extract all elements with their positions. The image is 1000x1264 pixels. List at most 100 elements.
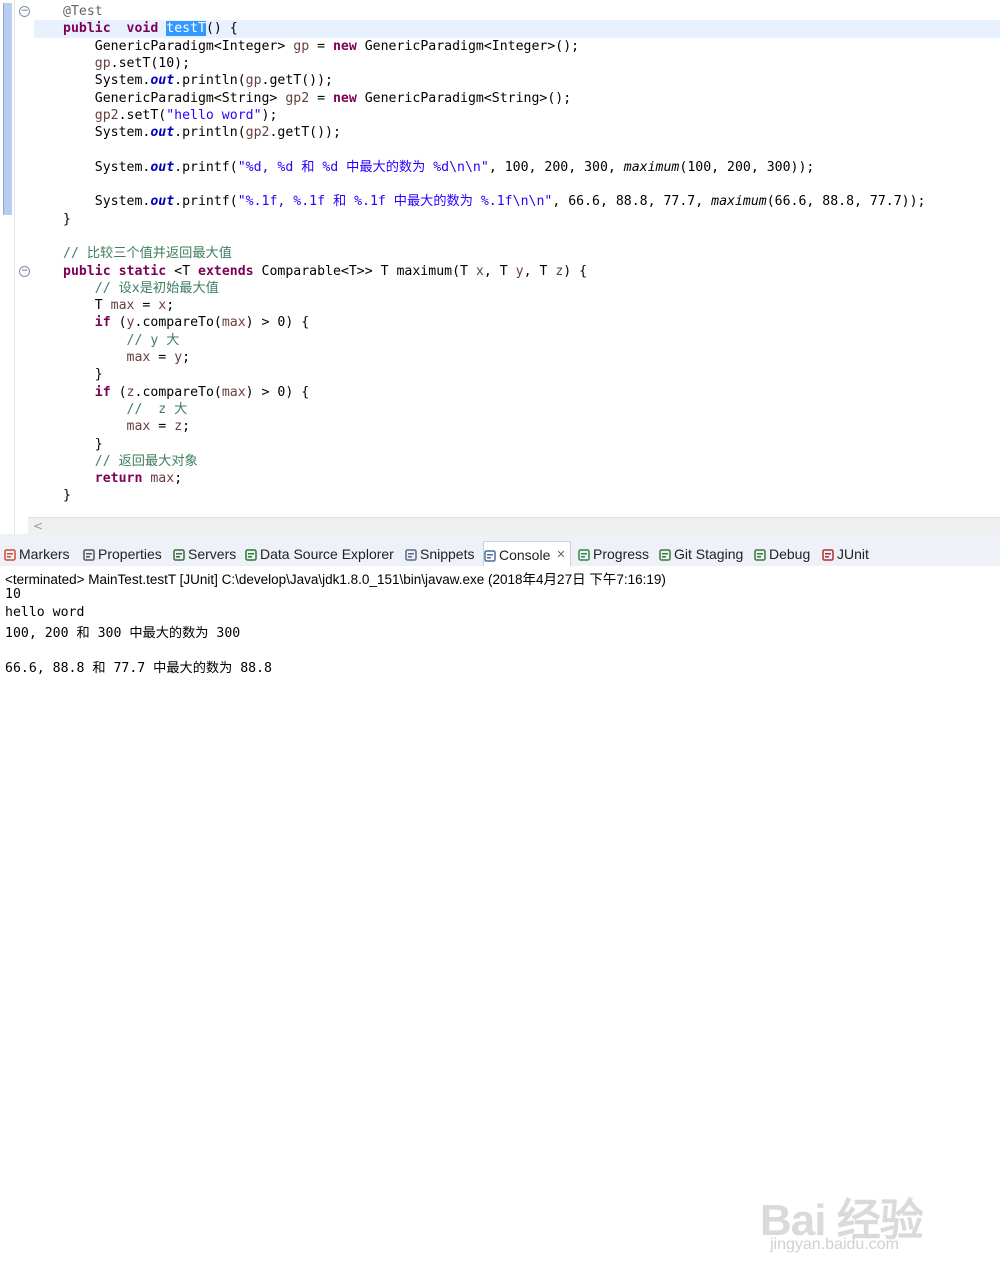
code-token: y	[174, 350, 183, 365]
code-token: =	[150, 350, 175, 365]
code-line[interactable]: }	[34, 487, 1000, 504]
code-token: System.	[63, 125, 151, 141]
code-line[interactable]: if (z.compareTo(max) > 0) {	[34, 384, 1000, 401]
code-line[interactable]: System.out.printf("%.1f, %.1f 和 %.1f 中最大…	[34, 193, 1000, 210]
close-tab-icon[interactable]: ✕	[556, 548, 565, 561]
code-line[interactable]: return max;	[34, 470, 1000, 487]
code-line[interactable]: public static <T extends Comparable<T>> …	[34, 263, 1000, 280]
code-editor[interactable]: − − @Test public void testT() { GenericPar…	[0, 0, 1000, 534]
code-line[interactable]	[34, 176, 1000, 193]
tab-label: JUnit	[837, 546, 869, 562]
bottom-panel-tabbar: Markers Properties Servers Data Source Expl…	[0, 541, 1000, 567]
tab-label: Markers	[19, 546, 70, 562]
properties-icon	[83, 548, 95, 561]
code-line-text: System.out.println(gp.getT());	[63, 72, 333, 89]
code-line-text: max = y;	[63, 349, 191, 366]
code-token: gp2	[285, 90, 310, 106]
watermark-url: jingyan.baidu.com	[770, 1236, 899, 1253]
code-token: );	[261, 107, 278, 123]
fold-collapse-icon[interactable]: −	[19, 6, 30, 17]
code-line[interactable]: if (y.compareTo(max) > 0) {	[34, 314, 1000, 331]
code-token: GenericParadigm<String>();	[356, 90, 572, 106]
code-token: out	[150, 73, 175, 89]
code-token: out	[150, 159, 175, 175]
scroll-left-icon[interactable]: <	[33, 518, 43, 534]
code-line[interactable]: System.out.println(gp.getT());	[34, 72, 1000, 89]
code-token: () {	[205, 21, 238, 37]
code-line[interactable]: // y 大	[34, 332, 1000, 349]
code-line[interactable]: // 比较三个值并返回最大值	[34, 245, 1000, 262]
horizontal-scrollbar[interactable]: <	[28, 517, 1000, 534]
git-staging-icon	[659, 548, 671, 561]
code-token: public	[63, 21, 111, 37]
code-line[interactable]: // 返回最大对象	[34, 453, 1000, 470]
data-source-icon	[245, 548, 257, 561]
code-token: .compareTo(	[134, 315, 222, 331]
code-token: new	[332, 90, 357, 106]
tab-snippets[interactable]: Snippets	[405, 542, 474, 566]
code-line-text: // 比较三个值并返回最大值	[63, 245, 232, 262]
code-line[interactable]: gp2.setT("hello word");	[34, 107, 1000, 124]
code-line[interactable]: System.out.printf("%d, %d 和 %d 中最大的数为 %d…	[34, 159, 1000, 176]
tab-servers[interactable]: Servers	[173, 542, 236, 566]
console-view[interactable]: <terminated> MainTest.testT [JUnit] C:\d…	[0, 566, 1000, 1253]
code-token: ;	[182, 419, 191, 435]
code-token: out	[150, 125, 175, 141]
console-process-header: <terminated> MainTest.testT [JUnit] C:\d…	[5, 572, 666, 587]
code-line-text: GenericParadigm<Integer> gp = new Generi…	[63, 38, 579, 55]
code-line[interactable]: }	[34, 211, 1000, 228]
code-line[interactable]: max = z;	[34, 418, 1000, 435]
code-token: <T	[166, 263, 198, 279]
console-line: 100, 200 和 300 中最大的数为 300	[5, 626, 241, 641]
code-token: .getT());	[269, 125, 341, 141]
console-line: hello word	[5, 604, 85, 620]
code-line-text: max = z;	[63, 418, 191, 435]
tab-debug[interactable]: Debug	[754, 542, 810, 566]
code-token: gp	[293, 38, 310, 54]
tab-console[interactable]: Console ✕	[483, 541, 571, 567]
tab-data-source-explorer[interactable]: Data Source Explorer	[245, 542, 394, 566]
code-token: if	[94, 384, 111, 400]
code-line[interactable]: @Test	[34, 3, 1000, 20]
code-token: z	[174, 419, 183, 435]
code-line[interactable]: gp.setT(10);	[34, 55, 1000, 72]
code-token: public	[63, 263, 111, 279]
markers-icon	[4, 548, 16, 561]
tab-properties[interactable]: Properties	[83, 542, 162, 566]
code-line[interactable]	[34, 228, 1000, 245]
code-token: T	[63, 298, 111, 314]
code-line[interactable]: GenericParadigm<Integer> gp = new Generi…	[34, 38, 1000, 55]
code-line[interactable]	[34, 141, 1000, 158]
tab-junit[interactable]: JUnit	[822, 542, 869, 566]
code-token: // 返回最大对象	[94, 453, 198, 469]
code-token: (66.6, 88.8, 77.7));	[766, 194, 926, 210]
editor-ruler	[0, 0, 15, 534]
code-line[interactable]: GenericParadigm<String> gp2 = new Generi…	[34, 90, 1000, 107]
code-line[interactable]: System.out.println(gp2.getT());	[34, 124, 1000, 141]
tab-label: Git Staging	[674, 546, 744, 562]
code-line[interactable]: max = y;	[34, 349, 1000, 366]
quick-diff-bar	[3, 3, 12, 215]
code-token: .getT());	[261, 73, 333, 89]
code-line[interactable]: // 设x是初始最大值	[34, 280, 1000, 297]
servers-icon	[173, 548, 185, 561]
tab-label: Data Source Explorer	[260, 546, 394, 562]
tab-markers[interactable]: Markers	[4, 542, 70, 566]
code-token: // 比较三个值并返回最大值	[63, 246, 232, 262]
code-line[interactable]: }	[34, 436, 1000, 453]
code-line[interactable]: T max = x;	[34, 297, 1000, 314]
tab-git-staging[interactable]: Git Staging	[659, 542, 743, 566]
fold-collapse-icon[interactable]: −	[19, 265, 30, 277]
code-token: .compareTo(	[134, 384, 222, 400]
code-line[interactable]: }	[34, 366, 1000, 383]
code-token: "%.1f, %.1f 和 %.1f 中最大的数为 %.1f\n\n"	[237, 194, 553, 210]
code-token: }	[63, 488, 71, 504]
code-line[interactable]: // z 大	[34, 401, 1000, 418]
code-line[interactable]: public void testT() {	[34, 20, 1000, 38]
tab-progress[interactable]: Progress	[578, 542, 649, 566]
